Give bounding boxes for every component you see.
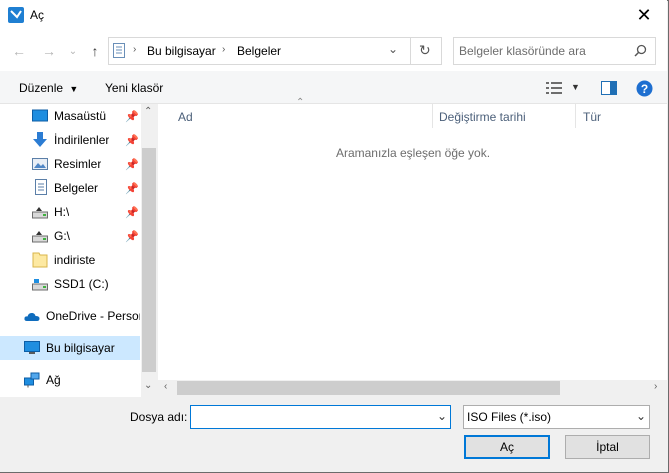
view-list-icon[interactable]: [546, 81, 562, 95]
sidebar-item-onedrive[interactable]: OneDrive - Persor: [0, 304, 140, 328]
up-button[interactable]: ↑: [84, 40, 106, 62]
back-button[interactable]: ←: [8, 40, 30, 62]
scroll-down-icon[interactable]: ⌄: [144, 380, 152, 391]
download-icon: [33, 132, 47, 147]
computer-icon: [24, 341, 40, 354]
pin-icon: 📌: [125, 230, 139, 243]
close-icon: ✕: [636, 5, 652, 25]
scroll-up-icon[interactable]: ⌃: [144, 106, 152, 117]
sidebar-item-label: İndirilenler: [54, 133, 110, 147]
window-title: Aç: [30, 8, 45, 22]
new-folder-button[interactable]: Yeni klasör: [105, 81, 163, 95]
pin-icon: 📌: [125, 110, 139, 123]
recent-locations-button[interactable]: ⌄: [62, 40, 84, 62]
drive-icon: [32, 231, 48, 243]
sidebar-item-downloads[interactable]: İndirilenler 📌: [0, 128, 140, 152]
documents-icon: [113, 43, 125, 58]
address-history-chevron-icon[interactable]: ⌄: [388, 42, 398, 56]
search-placeholder: Belgeler klasöründe ara: [459, 44, 586, 58]
pictures-icon: [32, 158, 48, 170]
desktop-icon: [32, 109, 48, 122]
breadcrumb-chevron-icon: ›: [133, 44, 137, 55]
sidebar-item-this-pc[interactable]: Bu bilgisayar: [0, 336, 140, 360]
sidebar-item-label: H:\: [54, 205, 70, 219]
column-header-type[interactable]: Tür: [583, 110, 601, 124]
horizontal-scroll-thumb[interactable]: [177, 381, 560, 395]
command-bar: [0, 71, 667, 104]
sidebar-item-label: OneDrive - Persor: [46, 309, 140, 323]
pin-icon: 📌: [125, 182, 139, 195]
documents-icon: [35, 179, 47, 195]
sidebar-item-label: Belgeler: [54, 181, 99, 195]
sidebar-item-label: Masaüstü: [54, 109, 107, 123]
svg-text:?: ?: [641, 82, 648, 96]
sidebar-scroll-thumb[interactable]: [142, 148, 156, 372]
sidebar-item-label: Bu bilgisayar: [46, 341, 115, 355]
filetype-chevron-icon: ⌄: [636, 409, 647, 423]
sidebar-item-label: SSD1 (C:): [54, 277, 109, 291]
sidebar-item-label: G:\: [54, 229, 71, 243]
caret-down-icon: ▼: [69, 84, 79, 94]
chevron-down-icon: ⌄: [68, 45, 78, 57]
help-icon[interactable]: ?: [636, 80, 653, 97]
scroll-right-icon[interactable]: ›: [654, 381, 657, 392]
open-button[interactable]: Aç: [464, 435, 550, 459]
folder-icon: [32, 252, 48, 268]
drive-icon: [32, 207, 48, 219]
sidebar-item-desktop[interactable]: Masaüstü 📌: [0, 104, 140, 128]
sidebar-item-network[interactable]: Ağ: [0, 368, 140, 392]
column-header-name[interactable]: Ad: [178, 110, 193, 124]
sidebar-item-drive-h[interactable]: H:\ 📌: [0, 200, 140, 224]
title-bar: [0, 0, 667, 31]
sidebar-item-label: indiriste: [54, 253, 96, 267]
search-icon[interactable]: [634, 44, 647, 57]
organize-button[interactable]: Düzenle ▼: [19, 81, 78, 95]
sidebar-item-ssd1[interactable]: SSD1 (C:): [0, 272, 140, 296]
breadcrumb-current[interactable]: Belgeler: [237, 44, 281, 58]
sidebar-item-drive-g[interactable]: G:\ 📌: [0, 224, 140, 248]
network-icon: [24, 372, 40, 388]
arrow-left-icon: ←: [12, 43, 26, 59]
preview-pane-icon[interactable]: [601, 81, 617, 95]
pin-icon: 📌: [125, 158, 139, 171]
empty-state-message: Aramanızla eşleşen öğe yok.: [335, 146, 491, 160]
filename-input[interactable]: [190, 405, 451, 429]
cancel-button[interactable]: İptal: [565, 435, 650, 459]
organize-label: Düzenle: [19, 81, 64, 95]
address-divider: [410, 37, 411, 65]
pin-icon: 📌: [125, 134, 139, 147]
ssd-icon: [32, 279, 48, 291]
pin-icon: 📌: [125, 206, 139, 219]
column-header-modified[interactable]: Değiştirme tarihi: [439, 110, 526, 124]
column-divider[interactable]: [575, 104, 576, 128]
arrow-up-icon: ↑: [91, 43, 99, 59]
forward-button[interactable]: →: [38, 40, 60, 62]
breadcrumb-chevron-icon: ›: [222, 44, 226, 55]
sort-ascending-icon: ⌃: [296, 97, 305, 108]
sidebar-item-indiriste[interactable]: indiriste: [0, 248, 140, 272]
sidebar-item-documents[interactable]: Belgeler 📌: [0, 176, 140, 200]
sidebar-item-label: Ağ: [46, 373, 61, 387]
filename-label: Dosya adı:: [130, 410, 188, 424]
scroll-left-icon[interactable]: ‹: [164, 381, 167, 392]
breadcrumb-root[interactable]: Bu bilgisayar: [147, 44, 216, 58]
onedrive-icon: [24, 312, 40, 321]
filename-history-chevron-icon[interactable]: ⌄: [437, 409, 447, 423]
refresh-icon[interactable]: ↻: [419, 42, 431, 59]
filetype-selected: ISO Files (*.iso): [467, 410, 552, 424]
app-icon: [8, 7, 24, 23]
view-options-caret-icon[interactable]: ▼: [571, 82, 580, 92]
sidebar-item-label: Resimler: [54, 157, 102, 171]
column-divider[interactable]: [432, 104, 433, 128]
close-button[interactable]: ✕: [621, 0, 667, 31]
sidebar-item-pictures[interactable]: Resimler 📌: [0, 152, 140, 176]
arrow-right-icon: →: [42, 43, 56, 59]
